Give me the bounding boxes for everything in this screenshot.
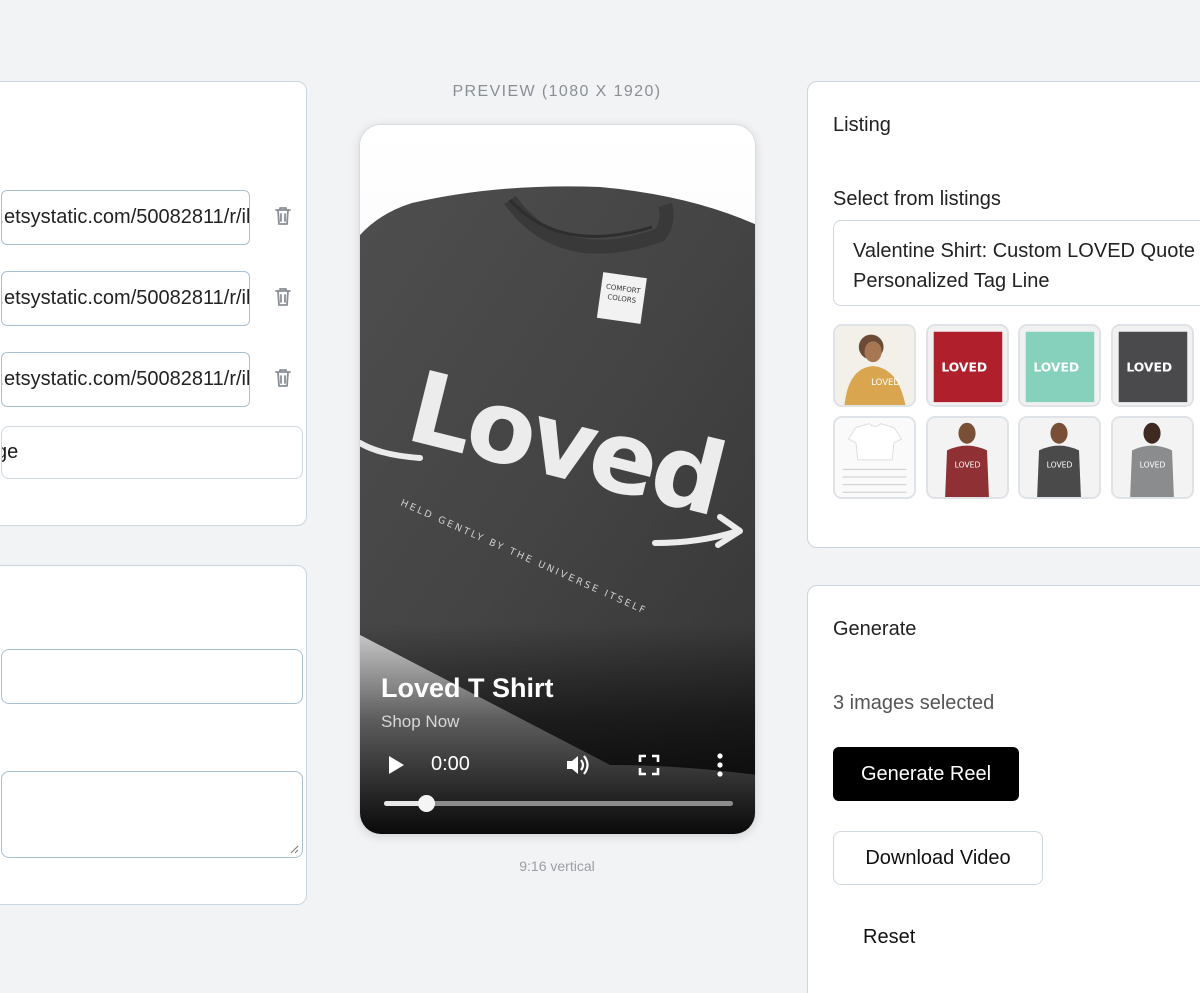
image-url-list: i.etsystatic.com/50082811/r/il/a8cd9a/77… xyxy=(1,190,308,530)
download-video-button[interactable]: Download Video xyxy=(833,831,1043,885)
svg-text:LOVED: LOVED xyxy=(871,378,900,388)
seek-bar[interactable] xyxy=(384,795,733,812)
image-url-input-2[interactable]: i.etsystatic.com/50082811/r/il/49a6fd/76… xyxy=(1,271,250,326)
volume-icon[interactable] xyxy=(565,752,591,778)
thumb-mint-folded[interactable]: LOVED xyxy=(1018,324,1101,407)
generate-heading: Generate xyxy=(833,618,917,640)
thumb-size-chart[interactable] xyxy=(833,416,916,499)
svg-text:LOVED: LOVED xyxy=(1033,361,1079,375)
select-listings-label: Select from listings xyxy=(833,188,1001,210)
image-url-input-3[interactable]: i.etsystatic.com/50082811/r/il/d66cdb/76… xyxy=(1,352,250,407)
more-options-icon[interactable] xyxy=(712,752,728,778)
trash-icon[interactable] xyxy=(271,285,295,309)
image-url-input-1[interactable]: i.etsystatic.com/50082811/r/il/a8cd9a/77… xyxy=(1,190,250,245)
selected-count: 3 images selected xyxy=(833,692,995,714)
seek-bar-thumb[interactable] xyxy=(417,795,435,812)
listing-heading: Listing xyxy=(833,114,891,136)
svg-text:LOVED: LOVED xyxy=(1126,361,1172,375)
time-display: 0:00 xyxy=(431,753,470,775)
trash-icon[interactable] xyxy=(271,204,295,228)
svg-text:LOVED: LOVED xyxy=(1140,460,1166,469)
listing-select[interactable]: Valentine Shirt: Custom LOVED Quote Pers… xyxy=(833,220,1200,306)
fullscreen-icon[interactable] xyxy=(638,754,660,776)
overlay-title: Loved T Shirt xyxy=(381,673,554,703)
thumb-charcoal-folded[interactable]: LOVED xyxy=(1111,324,1194,407)
thumb-red-folded[interactable]: LOVED xyxy=(926,324,1009,407)
listing-select-line-2: Personalized Tag Line xyxy=(853,270,1050,292)
trash-icon[interactable] xyxy=(271,366,295,390)
thumb-maroon-model[interactable]: LOVED xyxy=(926,416,1009,499)
description-textarea[interactable] xyxy=(1,771,303,858)
listing-card: Listing Select from listings Valentine S… xyxy=(807,81,1200,548)
thumb-darkgray-model[interactable]: LOVED xyxy=(1018,416,1101,499)
aspect-ratio-note: 9:16 vertical xyxy=(519,858,595,874)
svg-text:LOVED: LOVED xyxy=(955,460,981,469)
overlay-cta: Shop Now xyxy=(381,712,460,731)
listing-select-line-1: Valentine Shirt: Custom LOVED Quote xyxy=(853,240,1196,262)
text-fields-card xyxy=(0,565,307,905)
thumb-gray-model[interactable]: LOVED xyxy=(1111,416,1194,499)
generate-reel-button[interactable]: Generate Reel xyxy=(833,747,1019,801)
svg-text:LOVED: LOVED xyxy=(1047,460,1073,469)
reset-button[interactable]: Reset xyxy=(863,926,915,949)
generate-card: Generate 3 images selected Generate Reel… xyxy=(807,585,1200,993)
play-icon[interactable] xyxy=(386,755,406,775)
image-urls-card: i.etsystatic.com/50082811/r/il/a8cd9a/77… xyxy=(0,81,307,526)
add-image-input[interactable]: ge xyxy=(1,426,303,479)
resize-handle-icon[interactable] xyxy=(289,844,299,854)
video-preview[interactable]: COMFORT COLORS Loved HELD GENTLY BY THE … xyxy=(359,124,756,835)
brand-tag: COMFORT COLORS xyxy=(596,272,647,324)
title-input[interactable] xyxy=(1,649,303,704)
thumb-mustard-model[interactable]: LOVED xyxy=(833,324,916,407)
preview-label: PREVIEW (1080 X 1920) xyxy=(452,83,662,100)
svg-text:LOVED: LOVED xyxy=(941,361,987,375)
